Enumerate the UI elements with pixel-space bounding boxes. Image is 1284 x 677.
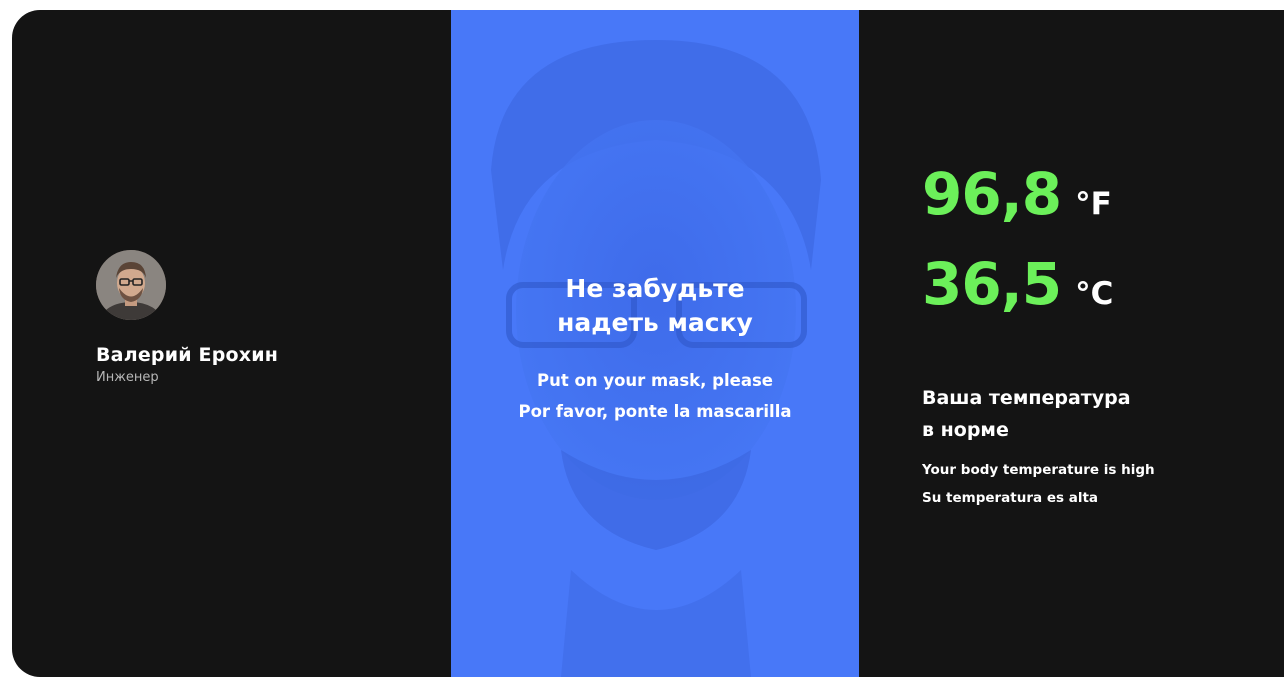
temperature-status-line: в норме (922, 419, 1009, 441)
fahrenheit-reading: 96,8 °F (922, 160, 1272, 250)
mask-reminder-subtitle-line: Por favor, ponte la mascarilla (518, 402, 792, 421)
fahrenheit-value: 96,8 (922, 160, 1062, 228)
temperature-panel: 96,8 °F 36,5 °C Ваша температура в норме… (922, 160, 1272, 512)
person-photo-icon (96, 250, 166, 320)
avatar (96, 250, 166, 320)
mask-reminder-title-line: надеть маску (557, 308, 753, 337)
temperature-status-translation: Su temperatura es alta (922, 490, 1099, 506)
temperature-status-translation: Your body temperature is high (922, 462, 1155, 478)
face-silhouette-icon (491, 40, 821, 677)
profile-name: Валерий Ерохин (96, 344, 279, 366)
celsius-value: 36,5 (922, 250, 1062, 318)
profile-role: Инженер (96, 370, 159, 385)
temperature-status-line: Ваша температура (922, 387, 1131, 409)
mask-reminder-subtitle: Put on your mask, please Por favor, pont… (451, 365, 859, 427)
temperature-status-translations: Your body temperature is high Su tempera… (922, 456, 1272, 512)
camera-feed: Не забудьте надеть маску Put on your mas… (451, 10, 859, 677)
profile-panel: Валерий Ерохин Инженер (96, 250, 426, 385)
mask-reminder-title-line: Не забудьте (565, 274, 745, 303)
mask-reminder-title: Не забудьте надеть маску (451, 272, 859, 340)
celsius-reading: 36,5 °C (922, 250, 1272, 340)
temperature-status: Ваша температура в норме (922, 382, 1272, 446)
celsius-unit: °C (1075, 276, 1114, 312)
kiosk-screen: Валерий Ерохин Инженер Не забудьте надет… (12, 10, 1284, 677)
mask-reminder-subtitle-line: Put on your mask, please (537, 371, 773, 390)
fahrenheit-unit: °F (1075, 186, 1112, 222)
